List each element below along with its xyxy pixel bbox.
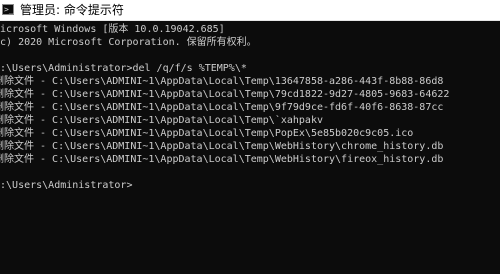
- console-output[interactable]: Microsoft Windows [版本 10.0.19042.685] (c…: [0, 21, 500, 274]
- title-bar[interactable]: >_ 管理员: 命令提示符: [0, 0, 500, 21]
- console-line-output: 删除文件 - C:\Users\ADMINI~1\AppData\Local\T…: [0, 128, 414, 139]
- console-line-output: 删除文件 - C:\Users\ADMINI~1\AppData\Local\T…: [0, 115, 323, 126]
- cmd-icon: >_: [2, 4, 14, 15]
- console-line-output: 删除文件 - C:\Users\ADMINI~1\AppData\Local\T…: [0, 102, 444, 113]
- console-line-prompt[interactable]: C:\Users\Administrator>: [0, 179, 449, 192]
- console-line-output: 删除文件 - C:\Users\ADMINI~1\AppData\Local\T…: [0, 89, 450, 100]
- console-line-output: 删除文件 - C:\Users\ADMINI~1\AppData\Local\T…: [0, 141, 444, 152]
- console-line-copyright: (c) 2020 Microsoft Corporation. 保留所有权利。: [0, 37, 257, 48]
- console-line-output: 删除文件 - C:\Users\ADMINI~1\AppData\Local\T…: [0, 154, 444, 165]
- console-line-version: Microsoft Windows [版本 10.0.19042.685]: [0, 24, 225, 35]
- console-line-command: C:\Users\Administrator>del /q/f/s %TEMP%…: [0, 63, 247, 74]
- window-title: 管理员: 命令提示符: [20, 3, 124, 17]
- console-line-output: 删除文件 - C:\Users\ADMINI~1\AppData\Local\T…: [0, 76, 444, 87]
